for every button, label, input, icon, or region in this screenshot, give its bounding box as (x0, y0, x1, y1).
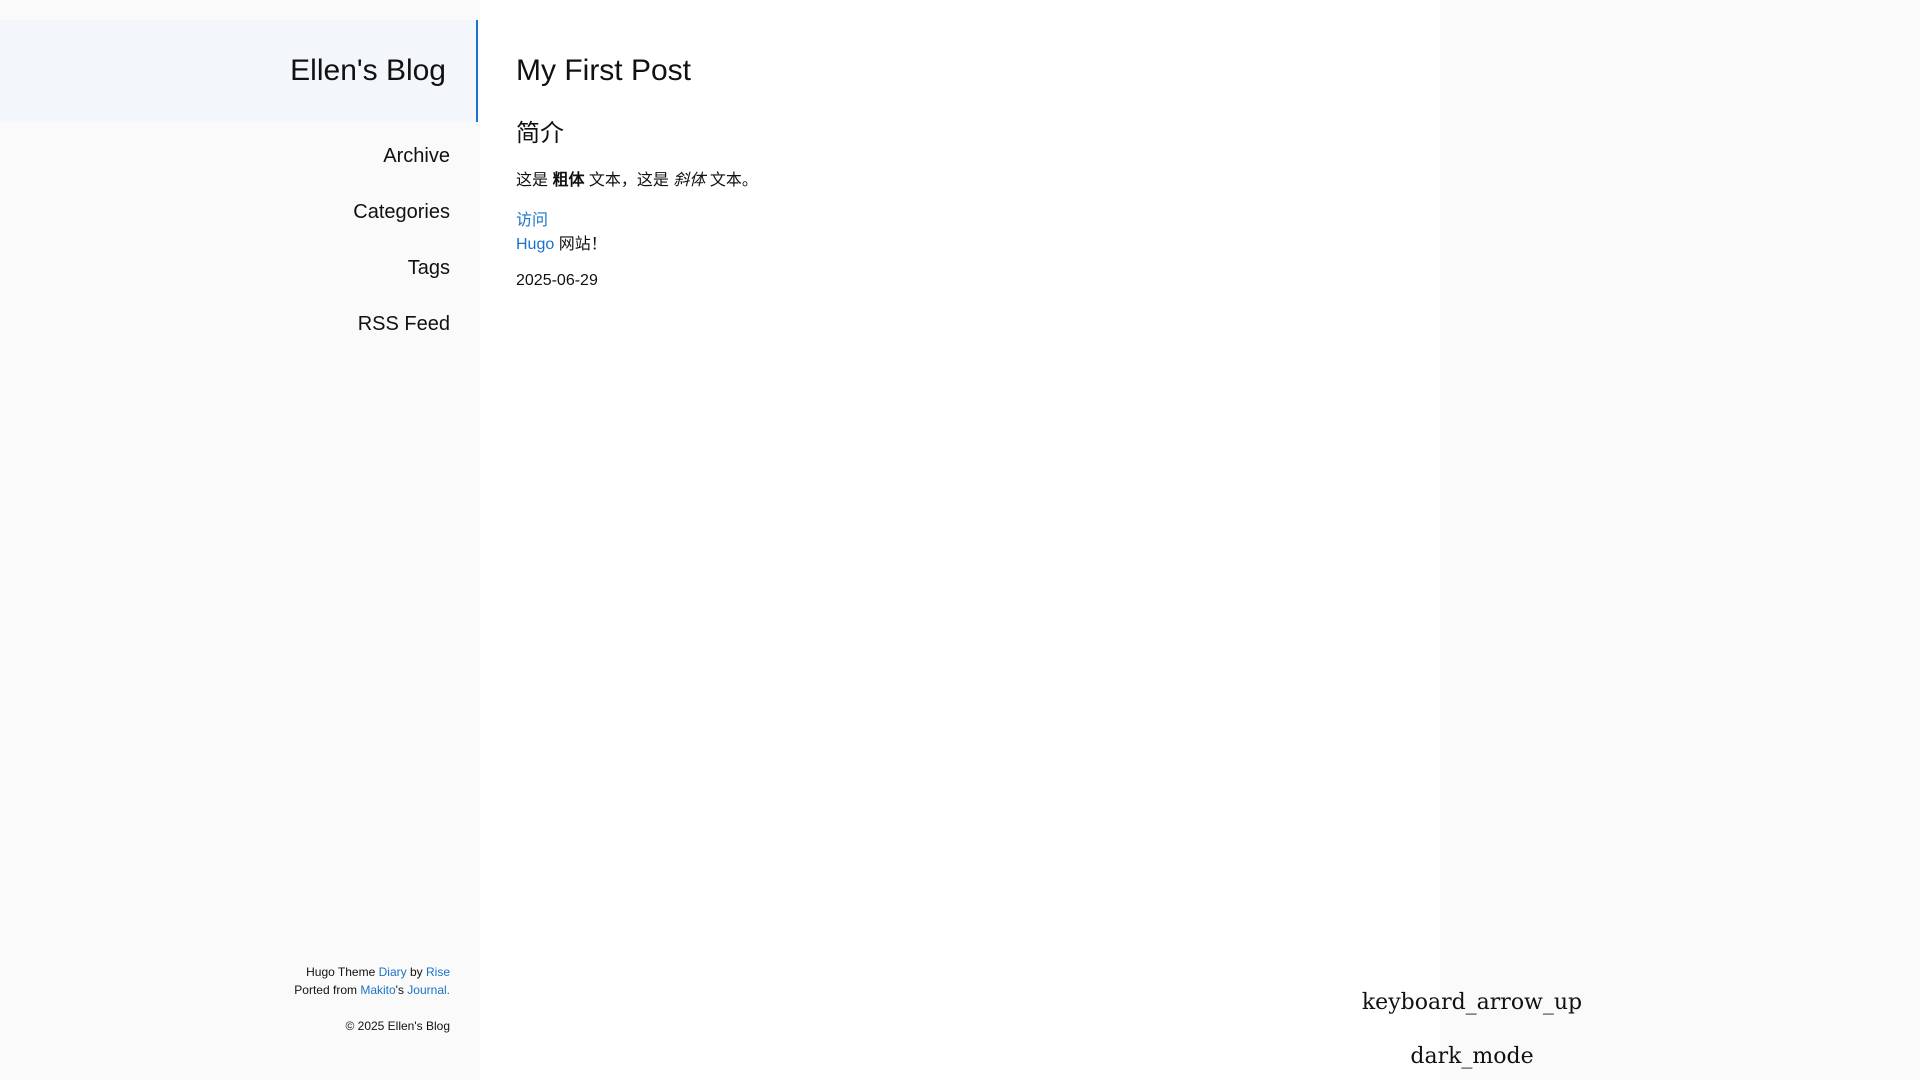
post-title: My First Post (516, 54, 692, 87)
credit-text: Ported from (294, 983, 361, 997)
rise-link[interactable]: Rise (426, 965, 450, 979)
theme-credit: Hugo Theme Diary by Rise (294, 963, 450, 981)
post-date: 2025-06-29 (516, 272, 598, 289)
nav-archive[interactable]: Archive (383, 145, 450, 168)
nav-rss-feed[interactable]: RSS Feed (358, 313, 450, 336)
sidebar: Ellen's Blog Archive Categories Tags RSS… (0, 0, 480, 1080)
intro-paragraph: 这是 粗体 文本，这是 斜体 文本。 (516, 166, 758, 190)
italic-text: 斜体 (673, 172, 706, 189)
hugo-line: Hugo 网站！ (516, 230, 607, 254)
sidebar-footer: Hugo Theme Diary by Rise Ported from Mak… (294, 963, 450, 1035)
copyright: © 2025 Ellen's Blog (345, 1019, 450, 1033)
brand-header: Ellen's Blog (0, 20, 478, 122)
makito-link[interactable]: Makito (360, 983, 395, 997)
visit-link[interactable]: 访问 (516, 206, 548, 230)
hugo-link[interactable]: Hugo (516, 236, 554, 253)
nav-categories[interactable]: Categories (353, 201, 450, 224)
site-title-link[interactable]: Ellen's Blog (290, 54, 446, 88)
credit-text: by (406, 965, 426, 979)
credit-text: Hugo Theme (306, 965, 379, 979)
journal-link[interactable]: Journal. (407, 983, 450, 997)
port-credit: Ported from Makito's Journal. (294, 981, 450, 999)
credit-text: 's (395, 983, 408, 997)
keyboard-arrow-up-icon: keyboard_arrow_up (1361, 990, 1583, 1015)
dark-mode-icon: dark_mode (1410, 1044, 1534, 1069)
bold-text: 粗体 (552, 172, 585, 189)
section-heading: 简介 (516, 120, 564, 147)
text: 文本。 (705, 172, 758, 189)
right-gutter (1440, 0, 1920, 1080)
text: 网站！ (554, 236, 607, 253)
diary-link[interactable]: Diary (379, 965, 407, 979)
text: 这是 (516, 172, 553, 189)
nav-tags[interactable]: Tags (408, 257, 450, 280)
text: 文本，这是 (584, 172, 674, 189)
